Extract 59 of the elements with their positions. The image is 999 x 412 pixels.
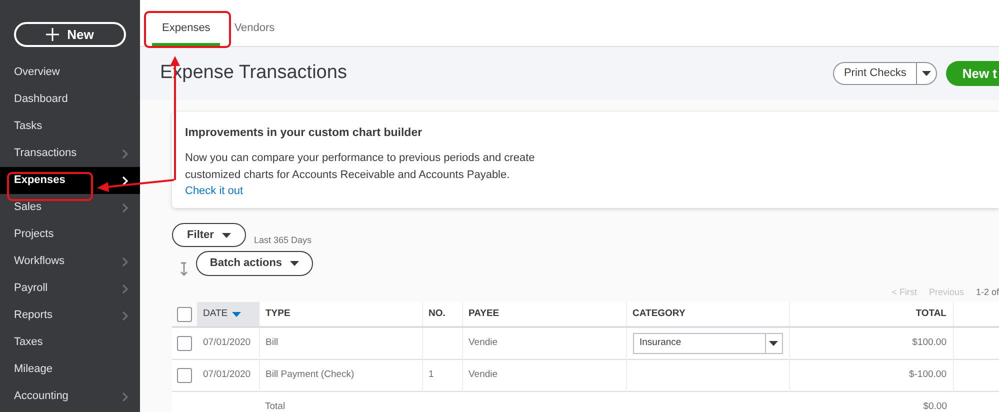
chevron-right-icon [122,284,128,294]
caret-icon [222,232,231,238]
page-range: 1-2 of [976,286,999,298]
sidebar-item[interactable]: Projects [0,221,140,248]
caret-icon [290,261,300,266]
chevron-right-icon [122,202,128,212]
caret-icon [769,340,778,346]
table-cell: $-100.00 [789,359,953,391]
column-header[interactable]: NO. [422,302,462,327]
table-cell: 07/01/2020 [197,327,259,359]
sidebar-item[interactable]: Expenses [0,167,140,194]
row-checkbox[interactable] [177,306,192,322]
row-checkbox[interactable] [177,368,192,382]
filter-button[interactable]: Filter [172,223,246,247]
chevron-right-icon [122,392,128,402]
chevron-right-icon [122,256,128,266]
tab[interactable]: Vendors [224,14,285,46]
check-it-out-link[interactable]: Check it out [185,184,244,200]
new-button[interactable]: New [14,22,126,47]
sidebar-item[interactable]: Mileage [0,356,140,383]
print-checks-split-button[interactable]: Print Checks [832,62,938,85]
plus-icon [46,28,60,41]
sidebar-item[interactable]: Transactions [0,140,140,167]
total-amount: $0.00 [789,391,953,412]
sidebar-item[interactable]: Accounting [0,383,140,410]
column-header[interactable]: CATEGORY [626,302,789,327]
sidebar-item[interactable]: Workflows [0,248,140,275]
table-cell: Bill [259,327,422,359]
chevron-right-icon [122,148,128,158]
caret-icon [922,71,932,76]
sidebar-item[interactable]: Overview [0,59,140,86]
print-checks-label[interactable]: Print Checks [834,63,918,84]
caret-icon [232,312,241,316]
sidebar-item[interactable]: Payroll [0,275,140,302]
table-cell: Bill Payment (Check) [259,359,422,391]
total-label: Total [259,391,422,412]
card-text: Now you can compare your performance to previous periods and create customized charts for Accounts Receivable and Accounts Payable. [185,151,536,184]
column-header[interactable]: PAYEE [462,302,626,327]
sidebar-item[interactable]: Reports [0,302,140,329]
sort-arrow-icon [178,262,190,276]
table-cell: 07/01/2020 [197,359,259,391]
row-checkbox[interactable] [177,336,192,351]
table-cell: 1 [422,359,462,391]
table-cell: Vendie [462,327,626,359]
column-header[interactable]: TYPE [259,302,422,327]
column-header[interactable]: DATE [197,302,259,327]
date-range-label: Last 365 Days [254,234,312,247]
card-title: Improvements in your custom chart builder [185,126,424,141]
table-cell: Vendie [462,359,626,391]
batch-actions-button[interactable]: Batch actions [196,251,313,276]
chevron-right-icon [122,310,128,320]
column-header[interactable]: TOTAL [789,302,953,327]
category-select[interactable]: Insurance [632,332,782,354]
sidebar-item[interactable]: Taxes [0,329,140,356]
table-cell: $100.00 [789,327,953,359]
sidebar-item[interactable]: Sales [0,194,140,221]
chevron-right-icon [122,176,128,186]
sidebar-item[interactable]: Dashboard [0,86,140,113]
sidebar-item[interactable]: Tasks [0,113,140,140]
